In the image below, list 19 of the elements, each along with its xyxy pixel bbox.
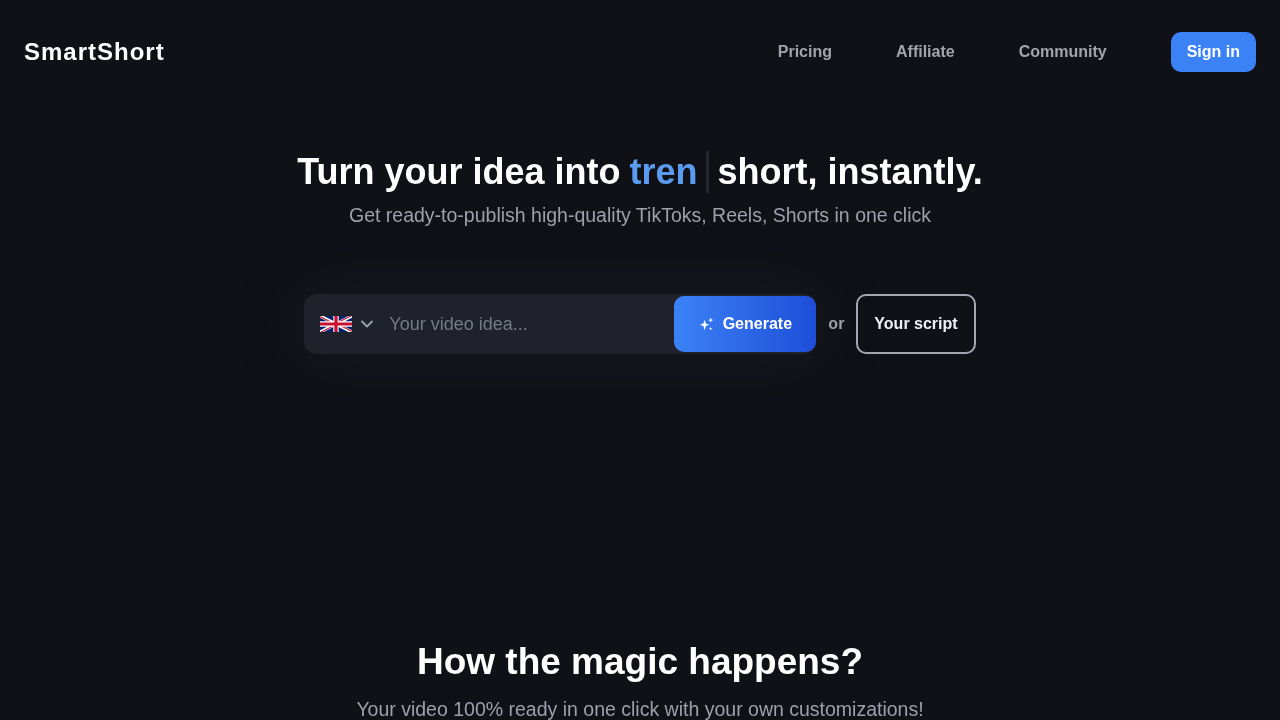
section-subtitle: Your video 100% ready in one click with your own customizations! <box>356 698 924 720</box>
or-label: or <box>828 315 845 333</box>
flag-icon <box>320 316 353 332</box>
nav-link[interactable]: Affiliate <box>896 43 955 61</box>
sparkle-icon <box>698 316 714 332</box>
section-title: How the magic happens? <box>416 640 864 684</box>
chevron-down-icon <box>361 320 374 328</box>
nav-link[interactable]: Pricing <box>777 43 832 61</box>
generate-button[interactable]: Generate <box>674 296 817 352</box>
video-idea-input[interactable]: Your video idea... <box>389 304 675 344</box>
hero-subtitle: Get ready-to-publish high-quality TikToks, Reels, Shorts in one click <box>349 203 931 228</box>
headline-text: short, instantly. <box>717 150 983 194</box>
nav-link[interactable]: Community <box>1018 43 1107 61</box>
idea-input-field[interactable]: Your video idea... Generate <box>304 294 817 354</box>
logo[interactable]: SmartShort <box>24 38 165 66</box>
typed-word: tren <box>629 151 709 193</box>
headline-text: Turn your idea into <box>297 150 621 194</box>
your-script-button[interactable]: Your script <box>856 294 976 354</box>
sign-in-button[interactable]: Sign in <box>1170 32 1256 72</box>
